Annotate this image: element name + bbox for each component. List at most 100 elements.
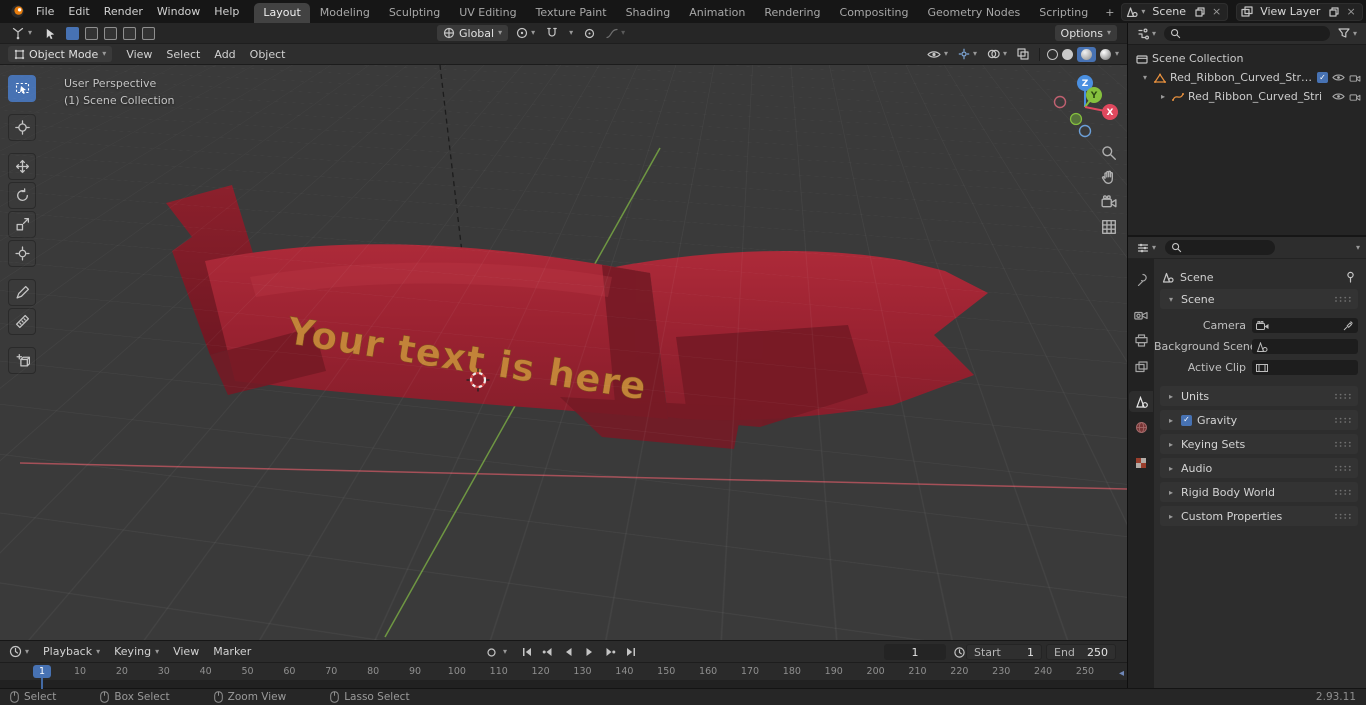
frame-end-field[interactable]: End 250 [1046, 644, 1116, 660]
jump-to-end-button[interactable] [622, 644, 641, 660]
panel-custom-properties[interactable]: ▸ Custom Properties [1160, 506, 1358, 526]
timeline-menu-view[interactable]: View [166, 643, 206, 660]
workspace-tab-sculpting[interactable]: Sculpting [380, 3, 449, 23]
timeline-menu-marker[interactable]: Marker [206, 643, 258, 660]
workspace-tab-rendering[interactable]: Rendering [755, 3, 829, 23]
outliner-search-input[interactable] [1164, 26, 1330, 41]
pivot-point-dropdown[interactable]: ▾ [513, 25, 538, 41]
gizmo-neg-x[interactable] [1053, 95, 1067, 109]
play-button[interactable] [580, 644, 599, 660]
gizmo-neg-z[interactable] [1078, 124, 1092, 138]
properties-search-input[interactable] [1165, 240, 1276, 255]
hide-eye-icon[interactable] [1332, 73, 1345, 82]
panel-keying-sets[interactable]: ▸ Keying Sets [1160, 434, 1358, 454]
jump-prev-keyframe-button[interactable] [538, 644, 557, 660]
gizmos-dropdown[interactable]: ▾ [955, 46, 980, 62]
timeline-menu-playback[interactable]: Playback ▾ [36, 643, 107, 660]
hide-eye-icon[interactable] [1332, 92, 1345, 101]
jump-to-start-button[interactable] [517, 644, 536, 660]
view-layer-selector[interactable]: View Layer × [1236, 2, 1363, 21]
proportional-edit-toggle[interactable] [581, 25, 598, 41]
tab-render-properties[interactable] [1129, 304, 1153, 325]
remove-view-layer-button[interactable]: × [1344, 5, 1357, 18]
outliner-row-object[interactable]: ▾ Red_Ribbon_Curved_Stripe_B ✓ [1128, 68, 1366, 87]
options-dropdown[interactable]: Options ▾ [1054, 25, 1117, 41]
disable-render-camera-icon[interactable] [1349, 92, 1361, 101]
tab-world-properties[interactable] [1129, 417, 1153, 438]
snap-settings-dropdown[interactable]: ▾ [566, 25, 576, 41]
workspace-tab-texture-paint[interactable]: Texture Paint [527, 3, 616, 23]
new-scene-button[interactable] [1193, 6, 1207, 17]
tool-box-select[interactable] [8, 75, 36, 102]
gravity-checkbox[interactable]: ✓ [1181, 414, 1192, 426]
panel-rigid-body-world[interactable]: ▸ Rigid Body World [1160, 482, 1358, 502]
tab-view-layer-properties[interactable] [1129, 356, 1153, 377]
select-mode-extend-button[interactable] [85, 26, 99, 40]
gizmo-neg-y[interactable] [1069, 112, 1083, 126]
proportional-falloff-dropdown[interactable]: ▾ [603, 25, 628, 41]
tool-cursor[interactable] [8, 114, 36, 141]
select-mode-subtract-button[interactable] [104, 26, 118, 40]
xray-toggle-button[interactable] [1014, 46, 1032, 62]
workspace-tab-geometry-nodes[interactable]: Geometry Nodes [918, 3, 1029, 23]
properties-options-dropdown[interactable]: ▾ [1356, 243, 1360, 252]
scene-selector[interactable]: ▾ Scene × [1121, 2, 1229, 21]
play-reverse-button[interactable] [559, 644, 578, 660]
zoom-view-icon[interactable] [1098, 142, 1119, 163]
outliner-row-scene-collection[interactable]: Scene Collection [1128, 49, 1366, 68]
panel-scene[interactable]: ▾ Scene [1160, 289, 1358, 309]
camera-view-icon[interactable] [1098, 191, 1119, 212]
tool-rotate[interactable] [8, 182, 36, 209]
keying-dropdown[interactable]: ▾ [503, 648, 507, 656]
outliner-editor-type-selector[interactable]: ▾ [1134, 26, 1159, 42]
tool-move[interactable] [8, 153, 36, 180]
show-objects-dropdown[interactable]: ▾ [924, 46, 951, 62]
expand-triangle-icon[interactable]: ▾ [1140, 73, 1150, 82]
select-mode-invert-button[interactable] [123, 26, 137, 40]
jump-next-keyframe-button[interactable] [601, 644, 620, 660]
menu-window[interactable]: Window [150, 3, 207, 20]
panel-gravity[interactable]: ▸ ✓ Gravity [1160, 410, 1358, 430]
select-mode-set-button[interactable] [66, 26, 80, 40]
new-view-layer-button[interactable] [1327, 6, 1341, 17]
overlays-dropdown[interactable]: ▾ [984, 46, 1010, 62]
workspace-tab-layout[interactable]: Layout [254, 3, 310, 23]
timeline-menu-keying[interactable]: Keying ▾ [107, 643, 166, 660]
menu-edit[interactable]: Edit [61, 3, 96, 20]
shading-wireframe-button[interactable] [1046, 48, 1058, 60]
menu-render[interactable]: Render [97, 3, 150, 20]
region-expand-icon[interactable]: ◂ [1119, 668, 1124, 679]
unlink-scene-button[interactable]: × [1210, 5, 1223, 18]
workspace-tab-compositing[interactable]: Compositing [831, 3, 918, 23]
tool-transform[interactable] [8, 240, 36, 267]
auto-keying-button[interactable] [482, 644, 501, 660]
menu-file[interactable]: File [29, 3, 61, 20]
current-frame-field[interactable]: 1 [884, 644, 946, 660]
editor-type-selector[interactable]: ▾ [8, 25, 35, 41]
mode-dropdown[interactable]: Object Mode ▾ [8, 46, 113, 62]
shading-rendered-button[interactable] [1099, 48, 1111, 60]
shading-material-preview-button[interactable] [1076, 46, 1096, 62]
snap-toggle-button[interactable] [543, 25, 561, 41]
tool-add-primitive[interactable] [8, 347, 36, 374]
select-mode-intersect-button[interactable] [142, 26, 156, 40]
workspace-tab-animation[interactable]: Animation [680, 3, 754, 23]
field-background-scene[interactable] [1252, 339, 1358, 354]
timeline-editor-type-selector[interactable]: ▾ [6, 644, 32, 660]
blender-logo-icon[interactable] [10, 4, 25, 20]
menu-help[interactable]: Help [207, 3, 246, 20]
eyedropper-icon[interactable] [1343, 320, 1354, 331]
toggle-ortho-icon[interactable] [1098, 216, 1119, 237]
tool-scale[interactable] [8, 211, 36, 238]
outliner-row-object-data[interactable]: ▸ Red_Ribbon_Curved_Stri [1128, 87, 1366, 106]
field-camera[interactable] [1252, 318, 1358, 333]
orientation-dropdown[interactable]: Global ▾ [437, 25, 509, 41]
outliner-filter-dropdown[interactable]: ▾ [1335, 26, 1360, 42]
expand-triangle-icon[interactable]: ▸ [1158, 92, 1168, 101]
tool-measure[interactable] [8, 308, 36, 335]
tab-texture-properties[interactable] [1129, 452, 1153, 473]
viewport-menu-add[interactable]: Add [207, 46, 242, 63]
tool-annotate[interactable] [8, 279, 36, 306]
tab-scene-properties[interactable] [1129, 391, 1153, 412]
pin-icon[interactable] [1345, 271, 1356, 283]
